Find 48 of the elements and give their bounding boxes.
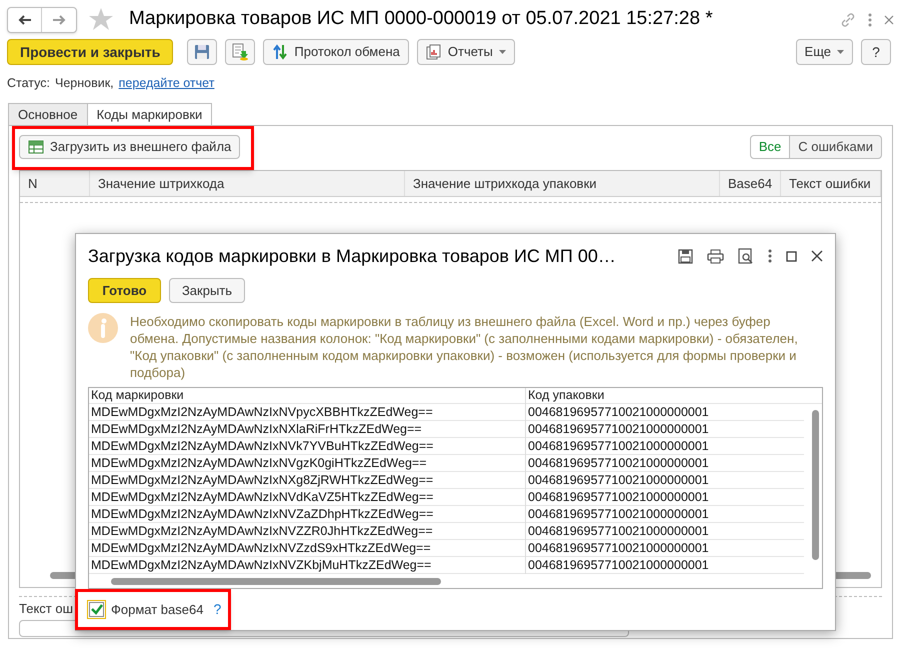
column-header: N xyxy=(20,170,90,196)
column-header: Значение штрихкода упаковки xyxy=(405,170,720,196)
checkbox-label: Формат base64 xyxy=(111,600,204,619)
column-header: Значение штрихкода xyxy=(90,170,405,196)
table-cell-text: 00468196957710021000000001 xyxy=(527,506,709,523)
info-message: Необходимо скопировать коды маркировки в таблицу из внешнего файла (Excel. Word и пр.) через буфер обмена. Допустимые названия колонок: "Код маркировки" (с заполненными кодами маркировки) - обязателен, "Код упаковки" (с заполненным кодом маркировки упаковки) - возможен (используется для формы проверки и подбора) xyxy=(130,313,799,381)
table-cell: MDEwMDgxMzI2NzAyMDAwNzIxNVgzK0giHTkzZEdWeg== xyxy=(89,454,526,472)
send-report-link[interactable]: передайте отчет xyxy=(118,74,214,93)
table-cell-text: 00468196957710021000000001 xyxy=(527,556,709,574)
column-header: Текст ошибки xyxy=(781,170,881,196)
table-cell: MDEwMDgxMzI2NzAyMDAwNzIxNVk7YVBuHTkzZEdWeg== xyxy=(89,436,526,456)
table-cell-text: 00468196957710021000000001 xyxy=(527,420,709,438)
table-cell: MDEwMDgxMzI2NzAyMDAwNzIxNVZaZDhpHTkzZEdWeg== xyxy=(89,504,526,524)
column-header: Код маркировки xyxy=(89,388,526,405)
table-cell-text: 00468196957710021000000001 xyxy=(527,404,709,421)
load-from-file-button[interactable]: Загрузить из внешнего файла xyxy=(19,134,240,159)
table-cell: MDEwMDgxMzI2NzAyMDAwNzIxNXlaRiFrHTkzZEdWeg== xyxy=(89,420,526,438)
help-link[interactable]: ? xyxy=(213,599,222,620)
table-cell: MDEwMDgxMzI2NzAyMDAwNzIxNVpycXBBHTkzZEdWeg== xyxy=(89,402,526,422)
column-header: Base64 xyxy=(720,170,781,196)
status-value: Черновик, xyxy=(55,75,114,92)
tab[interactable]: Коды маркировки xyxy=(86,102,212,126)
exchange-log-button[interactable]: Протокол обмена xyxy=(263,39,409,65)
table-cell: MDEwMDgxMzI2NzAyMDAwNzIxNVZKbjMuHTkzZEdWeg== xyxy=(89,556,526,574)
window-title: Маркировка товаров ИС МП 0000-000019 от 05.07.2021 15:27:28 * xyxy=(129,7,713,32)
table-cell-text: 00468196957710021000000001 xyxy=(527,472,709,489)
table-cell-text: 00468196957710021000000001 xyxy=(527,488,709,506)
filter-button[interactable]: С ошибками xyxy=(789,134,882,159)
table-cell: MDEwMDgxMzI2NzAyMDAwNzIxNXg8ZjRWHTkzZEdWeg== xyxy=(89,470,526,490)
status-label: Статус: xyxy=(7,75,50,92)
help-button[interactable]: ? xyxy=(861,39,891,65)
done-button[interactable]: Готово xyxy=(88,278,161,303)
table-cell-text: 00468196957710021000000001 xyxy=(527,438,709,455)
table-cell-text: 00468196957710021000000001 xyxy=(527,540,709,557)
table-cell: MDEwMDgxMzI2NzAyMDAwNzIxNVdKaVZ5HTkzZEdWeg== xyxy=(89,488,526,506)
table-cell-text: 00468196957710021000000001 xyxy=(527,454,709,472)
close-button[interactable]: Закрыть xyxy=(169,278,245,303)
filter-button[interactable]: Все xyxy=(750,134,790,159)
dialog-title: Загрузка кодов маркировки в Маркировка товаров ИС МП 00… xyxy=(88,244,616,268)
more-button[interactable]: Еще xyxy=(796,39,853,65)
field-label: Текст ош xyxy=(19,600,73,618)
tab[interactable]: Основное xyxy=(8,102,88,126)
table-cell: MDEwMDgxMzI2NzAyMDAwNzIxNVZzdS9xHTkzZEdWeg== xyxy=(89,538,526,558)
table-cell-text: 00468196957710021000000001 xyxy=(527,522,709,540)
column-header: Код упаковки xyxy=(527,388,604,404)
post-and-close-button[interactable]: Провести и закрыть xyxy=(7,39,174,65)
reports-button[interactable]: Отчеты xyxy=(416,39,515,65)
table-cell: MDEwMDgxMzI2NzAyMDAwNzIxNVZZR0JhHTkzZEdWeg== xyxy=(89,522,526,540)
